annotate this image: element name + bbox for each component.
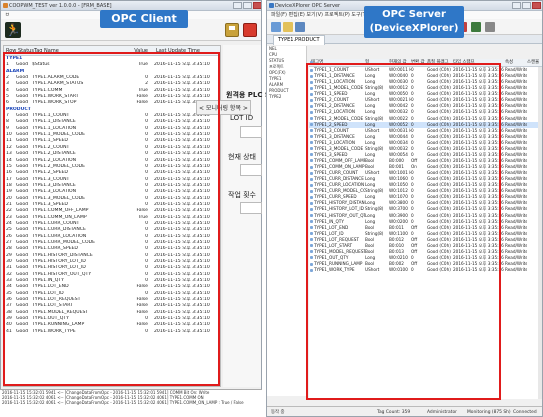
maximize-button[interactable] <box>522 2 531 9</box>
server-window-title: DeviceXPlorer OPC Server <box>275 3 341 9</box>
current-state-field[interactable] <box>240 164 262 176</box>
app-icon <box>269 3 274 8</box>
status-connected: Connected <box>513 410 537 415</box>
work-count-field[interactable] <box>240 202 262 214</box>
client-log: 2016-11-15 15:32:01 5941 <-- [ChangeData… <box>0 389 262 417</box>
client-highlight-box <box>3 52 220 386</box>
status-monitoring: Monitoring (875 Sh) <box>467 410 511 415</box>
opc-server-callout: OPC Server (DeviceXPlorer) <box>364 6 464 38</box>
screen: COOPWM_TEST ver 1.0.0.0 - [FRM_BASE] ㅂ 🏃… <box>0 0 543 417</box>
settings-icon[interactable] <box>485 22 495 32</box>
vertical-scrollbar[interactable] <box>538 67 542 399</box>
col-access[interactable]: 속성 <box>505 59 527 66</box>
opc-server-callout-line2: (DeviceXPlorer) <box>369 23 459 34</box>
lot-id-label: LOT ID <box>230 114 254 122</box>
running-man-icon[interactable]: 🏃 <box>5 22 21 38</box>
open-icon[interactable] <box>283 22 293 32</box>
app-icon <box>3 3 8 8</box>
new-icon[interactable] <box>271 22 281 32</box>
client-window-title: COOPWM_TEST ver 1.0.0.0 - [FRM_BASE] <box>9 3 112 9</box>
col-scan-rate[interactable]: 스캔율 <box>527 59 542 66</box>
status-user: Administrator <box>427 410 457 415</box>
tree-item[interactable]: TYPE2 <box>269 94 306 100</box>
maximize-button[interactable] <box>243 2 252 9</box>
stop-icon[interactable] <box>243 23 257 37</box>
status-tag-count: Tag Count: 359 <box>377 410 411 415</box>
current-state-label: 현재 상태 <box>228 153 256 161</box>
run-icon[interactable] <box>471 22 481 32</box>
save-icon[interactable] <box>225 23 239 37</box>
opc-client-callout: OPC Client <box>100 10 188 28</box>
tag-access: Read/Write <box>505 267 527 273</box>
server-statusbar: 동작 중 Tag Count: 359 Administrator Monito… <box>267 406 542 416</box>
opc-server-callout-line1: OPC Server <box>382 9 446 20</box>
project-tree: NEL CPU STATUS 프로젝트 OPC(FX) TYPE1 ALARM PRODUCT… <box>267 46 307 396</box>
close-button[interactable] <box>532 2 541 9</box>
server-highlight-box <box>306 63 501 400</box>
lot-id-field[interactable] <box>240 126 262 138</box>
status-state: 동작 중 <box>271 410 285 415</box>
close-button[interactable] <box>253 2 261 9</box>
minimize-button[interactable] <box>512 2 521 9</box>
tab-product[interactable]: TYPE1.PRODUCT <box>273 35 325 45</box>
work-count-label: 작업 횟수 <box>228 191 256 199</box>
log-line: 2016-11-15 15:32:02 4061 <-- [ChangeData… <box>2 400 244 405</box>
minimize-button[interactable] <box>233 2 242 9</box>
save-icon[interactable] <box>295 22 305 32</box>
